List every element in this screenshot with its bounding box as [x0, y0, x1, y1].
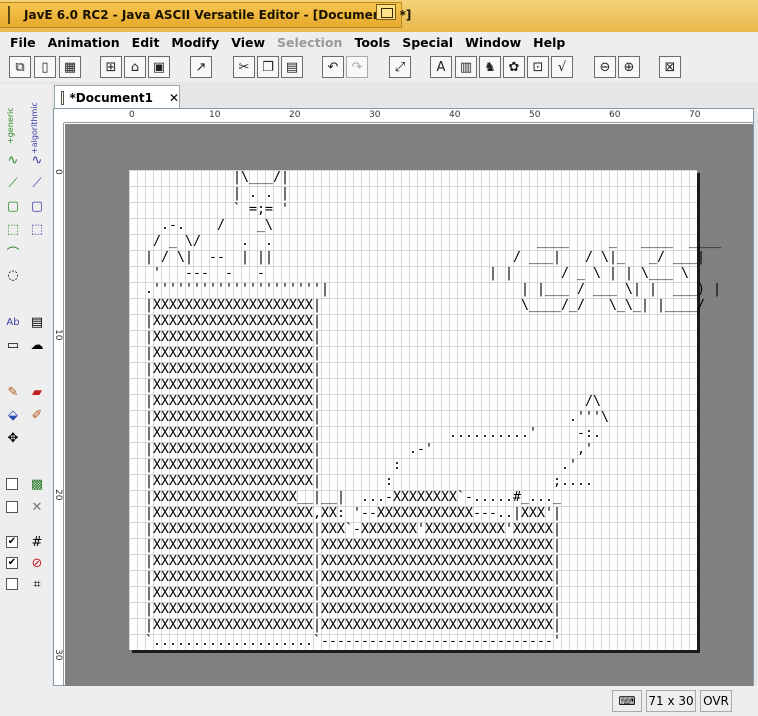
text-tool-icon[interactable]: Ab — [3, 312, 23, 332]
insert-text-icon[interactable]: A — [430, 56, 452, 78]
window-title-tab[interactable]: JavE 6.0 RC2 - Java ASCII Versatile Edit… — [0, 2, 411, 28]
menu-file[interactable]: File — [8, 35, 38, 50]
select-rectangle-icon[interactable]: ▭ — [3, 335, 23, 355]
circle-tool-icon[interactable]: ◌ — [3, 265, 23, 285]
menu-special[interactable]: Special — [400, 35, 455, 50]
freehand-generic-icon[interactable]: ∿ — [3, 150, 23, 170]
zoom-out-icon[interactable]: ⊖ — [594, 56, 616, 78]
tab-document1[interactable]: *Document1 ✕ — [54, 85, 180, 109]
checkbox-crop[interactable] — [6, 578, 18, 590]
menu-help[interactable]: Help — [531, 35, 567, 50]
open-icon[interactable]: ⌂ — [124, 56, 146, 78]
new-window-icon[interactable]: ⧉ — [9, 56, 31, 78]
rectangle-algorithmic-icon[interactable]: ▢ — [27, 196, 47, 216]
lasso-icon[interactable]: ☁ — [27, 335, 47, 355]
fill-icon[interactable]: ⬙ — [3, 405, 23, 425]
ruler-v-label: 10 — [53, 329, 63, 341]
menu-view[interactable]: View — [229, 35, 267, 50]
ruler-v-label: 30 — [53, 649, 63, 661]
ruler-h-label: 60 — [609, 110, 621, 120]
camel-icon[interactable]: ♞ — [479, 56, 501, 78]
move-icon[interactable]: ✥ — [3, 428, 23, 448]
ruler-h-label: 70 — [689, 110, 701, 120]
vertical-ruler: 0 10 20 30 — [53, 123, 64, 685]
workspace: |\___/| | . . | ` =;= ' .-. / _\ / _ \/ … — [65, 124, 753, 686]
line-algorithmic-icon[interactable]: ⟋ — [27, 173, 47, 193]
new-document-icon[interactable]: ▯ — [34, 56, 56, 78]
status-bar: ⌨ 71 x 30 OVR — [0, 686, 758, 716]
ruler-h-label: 30 — [369, 110, 381, 120]
title-bar: JavE 6.0 RC2 - Java ASCII Versatile Edit… — [0, 0, 758, 32]
overwrite-mode[interactable]: OVR — [700, 690, 732, 712]
puzzle-icon[interactable]: ✿ — [503, 56, 525, 78]
ellipse-generic-icon[interactable]: ⬚ — [3, 219, 23, 239]
ascii-canvas[interactable]: |\___/| | . . | ` =;= ' .-. / _\ / _ \/ … — [129, 170, 721, 650]
menu-modify[interactable]: Modify — [169, 35, 221, 50]
open-project-icon[interactable]: ⊞ — [100, 56, 122, 78]
copy-icon[interactable]: ❐ — [257, 56, 279, 78]
restore-button[interactable] — [376, 4, 396, 20]
polyline-icon[interactable]: ⌒ — [3, 242, 23, 262]
freehand-algorithmic-icon[interactable]: ∿ — [27, 150, 47, 170]
equation-icon[interactable]: ⊡ — [527, 56, 549, 78]
image-icon: ▩ — [30, 476, 44, 492]
tool-palette: +generic +algorithmic ∿ ∿ ⟋ ⟋ ▢ ▢ ⬚ ⬚ ⌒ … — [0, 84, 52, 716]
no-text-icon: ⊘ — [31, 555, 43, 571]
generic-label: +generic — [6, 107, 15, 144]
checkbox-transparency[interactable] — [6, 501, 18, 513]
ruler-h-label: 40 — [449, 110, 461, 120]
close-icon[interactable]: ✕ — [169, 91, 179, 105]
spray-icon[interactable]: ✐ — [27, 405, 47, 425]
menu-animation[interactable]: Animation — [46, 35, 122, 50]
save-icon[interactable]: ▣ — [148, 56, 170, 78]
menu-tools[interactable]: Tools — [352, 35, 392, 50]
brush-icon[interactable]: ✎ — [3, 382, 23, 402]
grid-icon: # — [31, 534, 43, 550]
rectangle-generic-icon[interactable]: ▢ — [3, 196, 23, 216]
menu-selection[interactable]: Selection — [275, 35, 344, 50]
checkbox-no-text[interactable]: ✔ — [6, 557, 18, 569]
ruler-v-label: 0 — [53, 169, 63, 175]
menu-window[interactable]: Window — [463, 35, 523, 50]
editor-frame: 0 10 20 30 40 50 60 70 0 10 20 30 |\___/… — [53, 108, 754, 686]
redo-icon[interactable]: ↷ — [346, 56, 368, 78]
formula-icon[interactable]: √ — [551, 56, 573, 78]
ellipse-algorithmic-icon[interactable]: ⬚ — [27, 219, 47, 239]
paste-icon[interactable]: ▤ — [281, 56, 303, 78]
document-tab-title: *Document1 — [69, 90, 153, 105]
ruler-v-label: 20 — [53, 489, 63, 501]
undo-icon[interactable]: ↶ — [322, 56, 344, 78]
palette-icon[interactable]: ▥ — [455, 56, 477, 78]
algorithmic-label: +algorithmic — [30, 102, 39, 154]
grid-document-icon[interactable]: ▦ — [59, 56, 81, 78]
eraser-icon[interactable]: ▰ — [27, 382, 47, 402]
clear-icon[interactable]: ⊠ — [659, 56, 681, 78]
ascii-art: |\___/| | . . | ` =;= ' .-. / _\ / _ \/ … — [144, 170, 721, 649]
ruler-h-label: 10 — [209, 110, 221, 120]
keyboard-icon[interactable]: ⌨ — [612, 690, 642, 712]
horizontal-ruler: 0 10 20 30 40 50 60 70 — [64, 109, 753, 123]
toolbar: ⧉ ▯ ▦ ⊞ ⌂ ▣ ↗ ✂ ❐ ▤ ↶ ↷ ⤢ A ▥ ♞ ✿ ⊡ √ ⊖ … — [0, 52, 758, 82]
canvas-size: 71 x 30 — [646, 690, 696, 712]
window-title: JavE 6.0 RC2 - Java ASCII Versatile Edit… — [24, 8, 412, 22]
zoom-in-icon[interactable]: ⊕ — [618, 56, 640, 78]
menu-edit[interactable]: Edit — [130, 35, 162, 50]
line-generic-icon[interactable]: ⟋ — [3, 173, 23, 193]
ruler-h-label: 50 — [529, 110, 541, 120]
app-icon — [8, 6, 10, 24]
checkbox-grid[interactable]: ✔ — [6, 536, 18, 548]
menu-bar: File Animation Edit Modify View Selectio… — [0, 32, 758, 52]
transparency-icon: ✕ — [31, 499, 43, 515]
ruler-h-label: 20 — [289, 110, 301, 120]
checkbox-image-layer[interactable] — [6, 478, 18, 490]
cut-icon[interactable]: ✂ — [233, 56, 255, 78]
ruler-h-label: 0 — [129, 110, 135, 120]
sticky-text-icon[interactable]: ▤ — [27, 312, 47, 332]
export-icon[interactable]: ↗ — [190, 56, 212, 78]
crop-icon: ⌗ — [33, 576, 41, 592]
document-icon — [61, 90, 64, 105]
select-all-icon[interactable]: ⤢ — [389, 56, 411, 78]
